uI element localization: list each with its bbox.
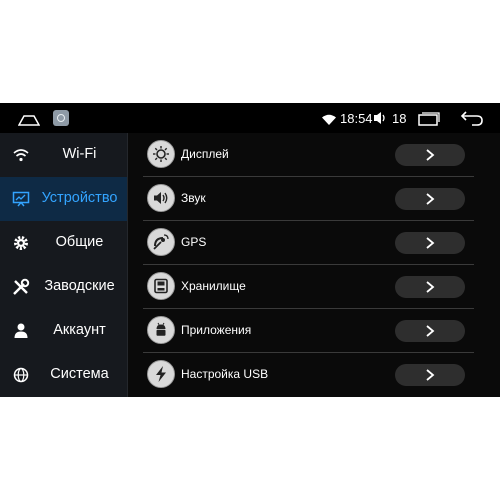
settings-sidebar: Wi-Fi Устройство Общие Заводские Аккаунт [0,133,127,397]
storage-icon [147,272,175,300]
home-icon[interactable] [17,113,41,131]
open-button[interactable] [395,364,465,386]
settings-row-label: Звук [181,191,206,205]
head-unit-screen: 18:54 18 Wi-Fi Устройство Общие Заводски… [0,103,500,397]
open-button[interactable] [395,144,465,166]
sidebar-item-account[interactable]: Аккаунт [0,309,127,353]
settings-row-gps[interactable]: GPS [143,221,474,265]
wifi-status-icon [322,112,336,130]
sidebar-item-label: Устройство [41,190,118,206]
settings-row-label: Настройка USB [181,367,269,381]
display-icon [147,140,175,168]
settings-app-icon[interactable] [53,110,69,126]
account-icon [12,322,30,340]
sidebar-item-system[interactable]: Система [0,353,127,397]
sidebar-item-factory[interactable]: Заводские [0,265,127,309]
open-button[interactable] [395,232,465,254]
sidebar-item-wifi[interactable]: Wi-Fi [0,133,127,177]
tools-icon [12,278,30,296]
wifi-icon [12,146,30,164]
sidebar-item-label: Заводские [44,278,115,294]
sidebar-item-label: Система [50,366,109,382]
status-bar: 18:54 18 [0,103,500,133]
sidebar-item-label: Wi-Fi [62,146,97,162]
settings-row-label: Хранилище [181,279,246,293]
open-button[interactable] [395,276,465,298]
volume-level: 18 [392,111,407,126]
recent-apps-icon[interactable] [418,112,440,131]
back-icon[interactable] [460,110,484,131]
gps-icon [147,228,175,256]
gear-icon [12,234,30,252]
settings-row-display[interactable]: Дисплей [143,133,474,177]
sound-icon [147,184,175,212]
open-button[interactable] [395,188,465,210]
sidebar-item-general[interactable]: Общие [0,221,127,265]
sidebar-divider [127,133,128,397]
settings-row-label: Дисплей [181,147,229,161]
sidebar-item-label: Аккаунт [53,322,106,338]
settings-row-usb[interactable]: Настройка USB [143,353,474,397]
volume-icon [373,111,389,130]
settings-row-apps[interactable]: Приложения [143,309,474,353]
clock: 18:54 [340,111,373,126]
settings-row-storage[interactable]: Хранилище [143,265,474,309]
usb-icon [147,360,175,388]
settings-row-sound[interactable]: Звук [143,177,474,221]
sidebar-item-label: Общие [55,234,104,250]
apps-icon [147,316,175,344]
open-button[interactable] [395,320,465,342]
sidebar-item-device[interactable]: Устройство [0,177,127,221]
settings-row-label: Приложения [181,323,252,337]
device-icon [12,190,30,208]
globe-icon [12,366,30,384]
settings-row-label: GPS [181,235,207,249]
